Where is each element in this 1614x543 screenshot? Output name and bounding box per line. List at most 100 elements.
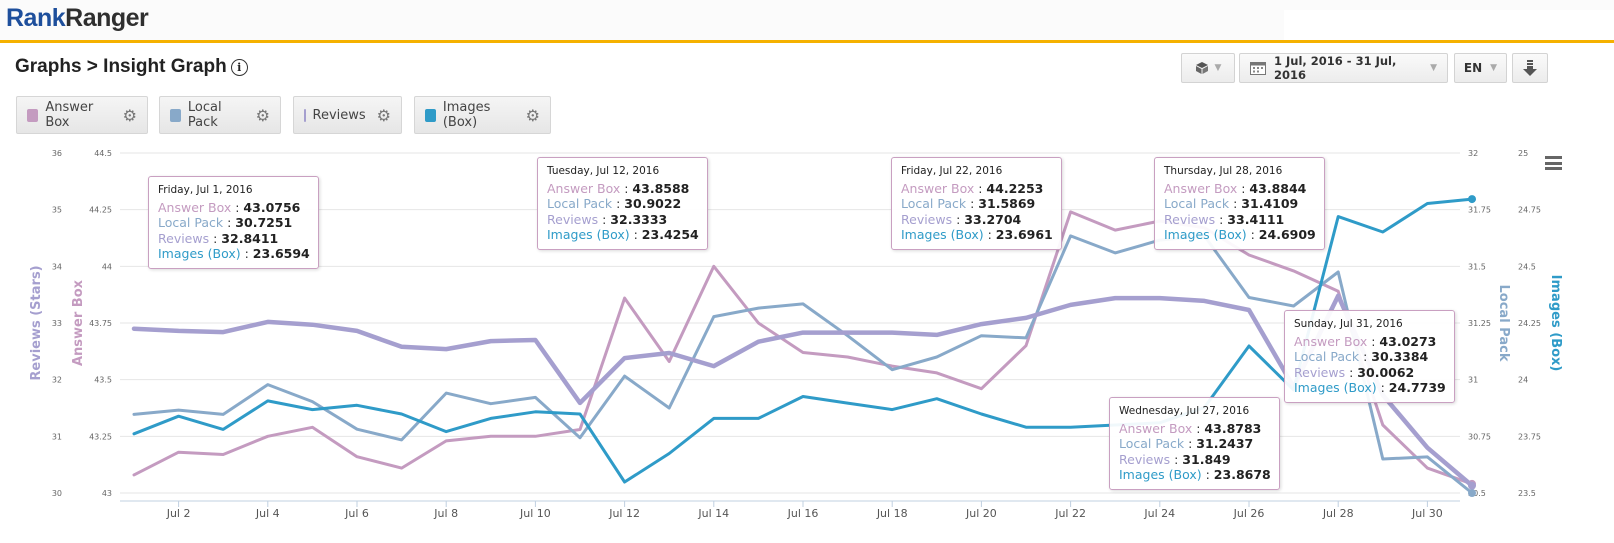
data-point[interactable] (489, 435, 492, 438)
data-point[interactable] (400, 438, 403, 442)
view-type-dropdown[interactable]: ▼ (1181, 53, 1235, 83)
data-point[interactable] (1069, 425, 1072, 429)
legend-item-answer-box[interactable]: Answer Box ⚙ (16, 96, 148, 134)
data-point[interactable] (712, 364, 715, 368)
data-point[interactable] (266, 399, 269, 403)
data-point[interactable] (623, 374, 626, 378)
data-point[interactable] (578, 401, 582, 405)
data-point[interactable] (177, 415, 180, 418)
data-point[interactable] (891, 364, 894, 368)
data-point[interactable] (1468, 489, 1476, 497)
data-point[interactable] (1381, 457, 1385, 461)
data-point[interactable] (1337, 270, 1340, 274)
data-point[interactable] (1247, 253, 1251, 257)
data-point[interactable] (757, 306, 760, 310)
data-point[interactable] (757, 417, 760, 420)
info-icon[interactable]: i (230, 58, 248, 76)
data-point[interactable] (534, 396, 537, 399)
data-point[interactable] (1114, 251, 1117, 255)
legend-item-images-box[interactable]: Images (Box) ⚙ (414, 96, 551, 134)
data-point[interactable] (534, 410, 537, 414)
data-point[interactable] (668, 360, 671, 363)
data-point[interactable] (935, 371, 938, 375)
data-point[interactable] (355, 404, 359, 407)
data-point[interactable] (222, 330, 225, 334)
data-point[interactable] (400, 466, 403, 470)
data-point[interactable] (132, 327, 136, 330)
data-point[interactable] (668, 351, 671, 355)
data-point[interactable] (355, 428, 359, 431)
data-point[interactable] (846, 331, 849, 334)
data-point[interactable] (757, 340, 760, 343)
data-point[interactable] (1337, 294, 1340, 297)
data-point[interactable] (578, 412, 582, 416)
data-point[interactable] (1292, 304, 1295, 308)
legend-item-reviews[interactable]: Reviews ⚙ (293, 96, 402, 134)
data-point[interactable] (132, 432, 136, 435)
data-point[interactable] (1114, 296, 1117, 300)
date-range-picker[interactable]: 1 Jul, 2016 - 31 Jul, 2016 ▼ (1239, 53, 1448, 83)
data-point[interactable] (1337, 290, 1340, 293)
data-point[interactable] (757, 321, 760, 325)
data-point[interactable] (623, 480, 626, 484)
data-point[interactable] (1337, 215, 1340, 218)
gear-icon[interactable]: ⚙ (123, 106, 137, 125)
data-point[interactable] (712, 417, 715, 420)
data-point[interactable] (266, 320, 269, 324)
data-point[interactable] (445, 439, 448, 443)
data-point[interactable] (222, 428, 225, 431)
data-point[interactable] (1426, 446, 1429, 449)
logo[interactable]: RankRanger (6, 4, 149, 33)
data-point[interactable] (712, 265, 715, 268)
hamburger-menu-icon[interactable] (1545, 156, 1562, 173)
data-point[interactable] (1024, 425, 1028, 429)
data-point[interactable] (266, 435, 269, 438)
data-point[interactable] (1381, 230, 1385, 234)
data-point[interactable] (1468, 195, 1476, 204)
data-point[interactable] (489, 339, 492, 343)
data-point[interactable] (668, 452, 671, 455)
data-point[interactable] (132, 413, 136, 416)
data-point[interactable] (1247, 344, 1251, 348)
data-point[interactable] (400, 345, 403, 348)
data-point[interactable] (935, 397, 938, 400)
data-point[interactable] (623, 356, 626, 360)
data-point[interactable] (489, 402, 492, 405)
data-point[interactable] (1381, 423, 1385, 427)
data-point[interactable] (1247, 308, 1251, 312)
data-point[interactable] (445, 391, 448, 395)
data-point[interactable] (177, 451, 180, 454)
data-point[interactable] (712, 315, 715, 318)
data-point[interactable] (1426, 455, 1429, 459)
data-point[interactable] (1247, 296, 1251, 299)
data-point[interactable] (132, 473, 136, 477)
data-point[interactable] (311, 408, 314, 411)
data-point[interactable] (935, 333, 938, 337)
data-point[interactable] (980, 412, 983, 416)
data-point[interactable] (311, 323, 314, 326)
data-point[interactable] (266, 383, 269, 386)
data-point[interactable] (801, 331, 805, 334)
data-point[interactable] (801, 302, 805, 306)
data-point[interactable] (891, 408, 894, 411)
data-point[interactable] (801, 395, 805, 398)
data-point[interactable] (1114, 228, 1117, 232)
data-point[interactable] (445, 347, 448, 351)
data-point[interactable] (1203, 299, 1206, 303)
data-point[interactable] (1024, 316, 1028, 320)
data-point[interactable] (222, 413, 225, 416)
data-point[interactable] (1426, 466, 1429, 470)
data-point[interactable] (846, 401, 849, 405)
data-point[interactable] (1468, 481, 1476, 490)
data-point[interactable] (355, 329, 359, 333)
data-point[interactable] (1292, 269, 1295, 273)
data-point[interactable] (1158, 296, 1162, 300)
data-point[interactable] (1069, 234, 1072, 238)
gear-icon[interactable]: ⚙ (256, 106, 270, 125)
data-point[interactable] (355, 455, 359, 458)
data-point[interactable] (980, 322, 983, 326)
data-point[interactable] (222, 453, 225, 456)
gear-icon[interactable]: ⚙ (526, 106, 540, 125)
data-point[interactable] (1468, 479, 1476, 488)
data-point[interactable] (891, 331, 894, 334)
